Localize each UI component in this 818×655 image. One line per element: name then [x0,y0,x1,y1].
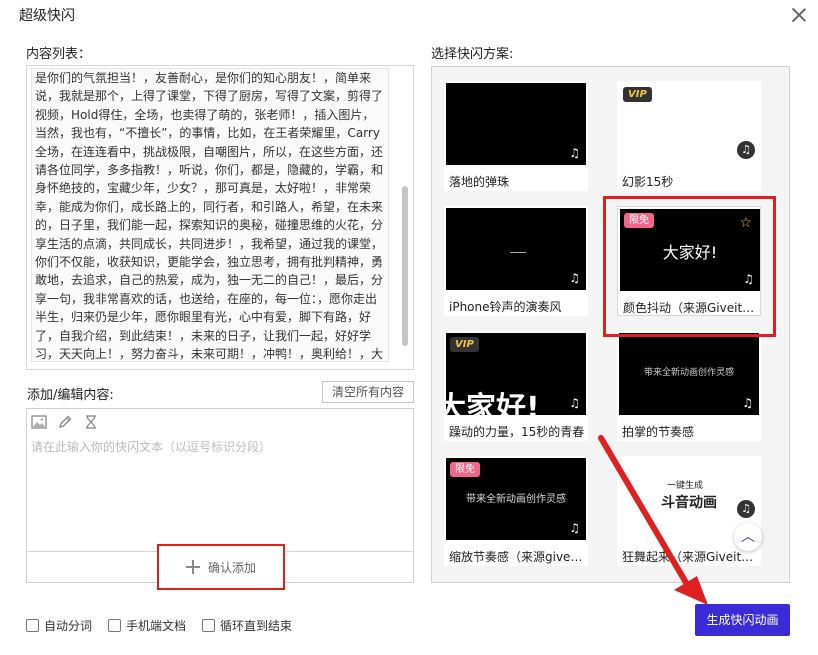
chevron-up-icon[interactable]: ︿ [734,523,762,551]
checkbox-label: 自动分词 [44,619,93,633]
checkbox[interactable] [26,619,39,632]
checkbox[interactable] [108,619,122,632]
confirm-add-label: 确认添加 [207,560,256,575]
card-name: 缩放节奏感（来源giveit… [449,550,585,564]
thumb-text: 大家好! [446,391,540,415]
card-thumbnail: VIP 大家好! ♫ [446,333,586,415]
card-name: 落地的弹珠 [449,175,510,189]
thumb-text: 带来全新动画创作灵感 [466,494,566,505]
close-icon[interactable] [790,6,808,24]
music-note-icon: ♫ [569,396,580,410]
confirm-add-button[interactable]: 确认添加 [157,544,285,590]
content-scrollbar-thumb[interactable] [402,186,408,346]
music-note-icon: ♫ [569,521,580,535]
music-note-icon: ♫ [569,271,580,285]
content-list-text[interactable]: 是你们的气氛担当！，友善耐心，是你们的知心朋友！，简单来说，我就是那个，上得了课… [31,68,389,362]
image-icon[interactable] [31,414,47,430]
vip-badge: VIP [450,337,479,352]
generate-animation-button[interactable]: 生成快闪动画 [695,604,790,636]
scheme-card[interactable]: 一键生成 斗音动画 ♫ 狂舞起来（来源Giveitu… [617,456,761,566]
card-name: 拍掌的节奏感 [622,425,695,439]
checkbox[interactable] [202,619,216,632]
selected-card-highlight [603,196,776,337]
scheme-card[interactable]: VIP ♫ 幻影15秒 [617,81,761,191]
scheme-card[interactable]: 带来全新动画创作灵感 ♫ 拍掌的节奏感 [617,331,761,441]
card-thumbnail: ♫ [446,208,586,290]
card-thumbnail: ♫ [446,83,586,165]
thumb-caption-line [510,252,526,253]
card-name: 幻影15秒 [622,175,674,189]
music-note-icon: ♫ [742,396,753,410]
scheme-card[interactable]: VIP 大家好! ♫ 躁动的力量，15秒的青春 [444,331,588,441]
card-thumbnail: 带来全新动画创作灵感 ♫ [619,333,759,415]
hourglass-icon[interactable] [83,414,99,430]
auto-segment-checkbox[interactable]: 自动分词 [26,617,92,634]
loop-until-end-checkbox[interactable]: 循环直到结束 [202,617,292,634]
edit-toolbar [31,414,99,432]
scheme-card[interactable]: ♫ 落地的弹珠 [444,81,588,191]
content-list-label: 内容列表： [26,47,92,62]
music-note-icon: ♫ [569,146,580,160]
pen-icon[interactable] [57,414,73,430]
checkbox-label: 手机端文档 [126,619,187,633]
checkbox-label: 循环直到结束 [220,619,293,633]
phone-doc-checkbox[interactable]: 手机端文档 [108,617,186,634]
scheme-card[interactable]: ♫ iPhone铃声的演奏风 [444,206,588,316]
card-name: 躁动的力量，15秒的青春 [449,425,585,439]
scheme-label: 选择快闪方案: [431,47,514,62]
free-badge: 限免 [450,462,480,477]
card-name: 狂舞起来（来源Giveitu… [622,550,758,564]
options-row: 自动分词 手机端文档 循环直到结束 [26,617,292,634]
plus-icon [185,560,200,574]
music-note-icon: ♫ [737,141,755,159]
thumb-text: 一键生成 [666,481,703,491]
edit-label: 添加/编辑内容: [27,388,114,403]
music-note-icon: ♫ [737,500,755,518]
clear-all-button[interactable]: 清空所有内容 [322,381,414,403]
card-thumbnail: 限免 带来全新动画创作灵感 ♫ [446,458,586,540]
dialog-title: 超级快闪 [19,8,75,24]
card-thumbnail: VIP ♫ [619,83,759,165]
thumb-text: 带来全新动画创作灵感 [643,368,734,378]
card-name: iPhone铃声的演奏风 [449,300,562,314]
scheme-card[interactable]: 限免 带来全新动画创作灵感 ♫ 缩放节奏感（来源giveit… [444,456,588,566]
vip-badge: VIP [623,87,652,102]
content-list-box: 是你们的气氛担当！，友善耐心，是你们的知心朋友！，简单来说，我就是那个，上得了课… [26,65,414,370]
edit-input-placeholder[interactable]: 请在此输入你的快闪文本（以逗号标识分段） [31,438,271,455]
